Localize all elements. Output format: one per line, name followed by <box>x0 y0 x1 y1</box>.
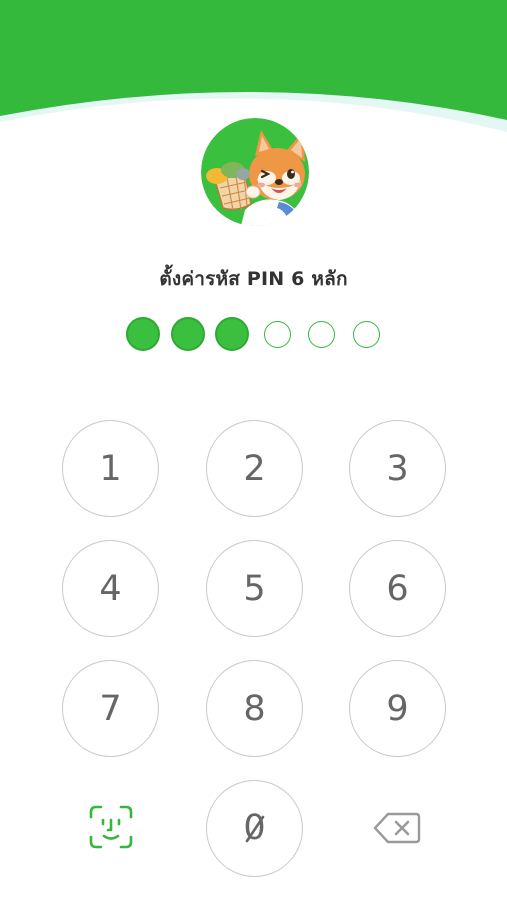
keypad-key-0[interactable]: 0 <box>206 780 303 877</box>
keypad-key-5[interactable]: 5 <box>206 540 303 637</box>
backspace-button[interactable] <box>366 806 428 850</box>
pin-dot-empty <box>353 321 380 348</box>
keypad-key-1[interactable]: 1 <box>62 420 159 517</box>
shiba-dog-icon <box>201 118 309 226</box>
pin-dot-empty <box>264 321 291 348</box>
keypad-key-4[interactable]: 4 <box>62 540 159 637</box>
face-id-button[interactable] <box>80 796 142 858</box>
keypad-key-7[interactable]: 7 <box>62 660 159 757</box>
face-id-icon <box>89 805 133 849</box>
pin-indicator <box>0 317 507 351</box>
keypad-key-8[interactable]: 8 <box>206 660 303 757</box>
keypad-key-3[interactable]: 3 <box>349 420 446 517</box>
page-title: ตั้งค่ารหัส PIN 6 หลัก <box>159 268 348 290</box>
backspace-icon <box>373 812 421 844</box>
keypad-key-9[interactable]: 9 <box>349 660 446 757</box>
keypad-key-2[interactable]: 2 <box>206 420 303 517</box>
pin-dot-empty <box>308 321 335 348</box>
pin-dot-filled <box>171 317 205 351</box>
keypad-key-0-label: 0 <box>243 811 265 846</box>
pin-dot-filled <box>126 317 160 351</box>
pin-dot-filled <box>215 317 249 351</box>
slashed-zero-mark <box>245 815 264 842</box>
mascot-avatar <box>201 118 309 226</box>
keypad-key-6[interactable]: 6 <box>349 540 446 637</box>
